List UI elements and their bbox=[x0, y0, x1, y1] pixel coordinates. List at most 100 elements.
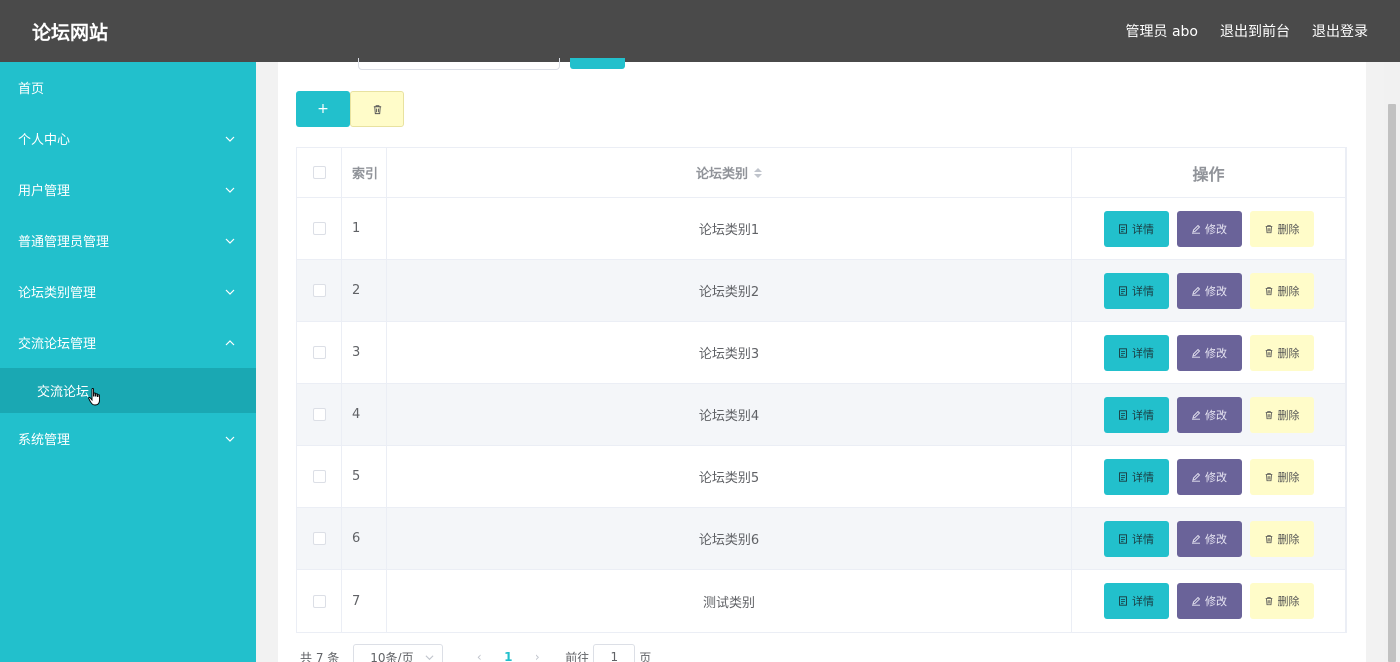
edit-icon bbox=[1192, 534, 1201, 544]
sidebar-subitem-forum[interactable]: 交流论坛 bbox=[0, 368, 256, 413]
admin-user-label[interactable]: 管理员 abo bbox=[1126, 21, 1198, 41]
batch-delete-button[interactable] bbox=[350, 91, 404, 127]
delete-button[interactable]: 删除 bbox=[1249, 583, 1314, 619]
page-size-select[interactable]: 10条/页 bbox=[353, 644, 444, 662]
document-icon bbox=[1119, 596, 1127, 606]
row-checkbox[interactable] bbox=[312, 532, 326, 545]
row-ops: 详情 修改 删除 bbox=[1072, 322, 1346, 383]
document-icon bbox=[1119, 533, 1127, 544]
delete-button[interactable]: 删除 bbox=[1249, 520, 1314, 557]
edit-button-label: 修改 bbox=[1205, 284, 1227, 298]
row-checkbox-cell bbox=[297, 322, 342, 383]
prev-page-button[interactable]: ‹ bbox=[465, 650, 493, 662]
detail-button[interactable]: 详情 bbox=[1103, 272, 1169, 309]
next-page-button[interactable]: › bbox=[523, 650, 551, 662]
detail-button-label: 详情 bbox=[1132, 408, 1154, 422]
sidebar-item-home[interactable]: 首页 bbox=[0, 62, 256, 113]
goto-prefix: 前往 bbox=[565, 650, 590, 662]
delete-button-label: 删除 bbox=[1277, 532, 1300, 546]
row-category: 论坛类别3 bbox=[387, 322, 1072, 383]
top-actions: 管理员 abo 退出到前台 退出登录 bbox=[1126, 21, 1368, 41]
delete-button[interactable]: 删除 bbox=[1249, 458, 1314, 495]
sidebar-item-category-management[interactable]: 论坛类别管理 bbox=[0, 266, 256, 317]
edit-icon bbox=[1192, 410, 1201, 420]
row-checkbox[interactable] bbox=[312, 346, 326, 359]
add-button[interactable]: + bbox=[296, 91, 350, 127]
edit-button[interactable]: 修改 bbox=[1176, 272, 1242, 309]
delete-button[interactable]: 删除 bbox=[1249, 334, 1314, 371]
delete-button[interactable]: 删除 bbox=[1249, 272, 1314, 309]
site-title: 论坛网站 bbox=[32, 21, 109, 44]
scrollbar-thumb[interactable] bbox=[1388, 104, 1396, 662]
edit-button-label: 修改 bbox=[1205, 222, 1227, 236]
row-checkbox-cell bbox=[297, 384, 342, 445]
table-row: 5 论坛类别5 详情 修改 删除 bbox=[297, 446, 1346, 508]
edit-button-label: 修改 bbox=[1205, 532, 1227, 546]
delete-button[interactable]: 删除 bbox=[1249, 210, 1314, 247]
sidebar-item-label: 论坛类别管理 bbox=[18, 286, 97, 301]
detail-button[interactable]: 详情 bbox=[1103, 583, 1169, 619]
edit-button[interactable]: 修改 bbox=[1176, 458, 1242, 495]
trash-icon bbox=[1265, 410, 1272, 419]
trash-icon bbox=[1265, 224, 1272, 233]
trash-icon bbox=[373, 104, 381, 114]
row-index: 1 bbox=[342, 198, 387, 259]
edit-button[interactable]: 修改 bbox=[1176, 583, 1242, 619]
table-row: 3 论坛类别3 详情 修改 删除 bbox=[297, 322, 1346, 384]
detail-button[interactable]: 详情 bbox=[1103, 458, 1169, 495]
row-ops: 详情 修改 删除 bbox=[1072, 260, 1346, 321]
row-checkbox-cell bbox=[297, 570, 342, 632]
header-checkbox-cell bbox=[297, 148, 342, 197]
back-to-front-link[interactable]: 退出到前台 bbox=[1220, 21, 1290, 41]
sidebar-item-forum-management[interactable]: 交流论坛管理 bbox=[0, 317, 256, 368]
detail-button-label: 详情 bbox=[1132, 222, 1154, 236]
trash-icon bbox=[1265, 348, 1272, 357]
row-checkbox[interactable] bbox=[312, 284, 326, 297]
row-category: 论坛类别1 bbox=[387, 198, 1072, 259]
edit-button-label: 修改 bbox=[1205, 408, 1227, 422]
scrollbar[interactable] bbox=[1384, 62, 1400, 662]
row-checkbox[interactable] bbox=[312, 222, 326, 235]
edit-button[interactable]: 修改 bbox=[1176, 334, 1242, 371]
row-category: 论坛类别2 bbox=[387, 260, 1072, 321]
detail-button-label: 详情 bbox=[1132, 532, 1154, 546]
sidebar-item-system-management[interactable]: 系统管理 bbox=[0, 413, 256, 464]
edit-icon bbox=[1192, 286, 1201, 296]
edit-button[interactable]: 修改 bbox=[1176, 396, 1242, 433]
row-checkbox[interactable] bbox=[312, 470, 326, 483]
search-button[interactable] bbox=[570, 58, 625, 69]
detail-button[interactable]: 详情 bbox=[1103, 520, 1169, 557]
table-body: 1 论坛类别1 详情 修改 删除 2 论坛类别2 详情 修改 删除 3 论坛类别… bbox=[297, 198, 1346, 632]
edit-button[interactable]: 修改 bbox=[1176, 520, 1242, 557]
row-category: 论坛类别6 bbox=[387, 508, 1072, 569]
edit-button-label: 修改 bbox=[1205, 346, 1227, 360]
row-checkbox[interactable] bbox=[312, 594, 326, 608]
logout-link[interactable]: 退出登录 bbox=[1312, 21, 1368, 41]
select-all-checkbox[interactable] bbox=[312, 166, 326, 179]
delete-button[interactable]: 删除 bbox=[1249, 396, 1314, 433]
add-button-label: + bbox=[317, 101, 329, 117]
row-checkbox-cell bbox=[297, 198, 342, 259]
delete-button-label: 删除 bbox=[1277, 284, 1300, 298]
sidebar-item-admin-management[interactable]: 普通管理员管理 bbox=[0, 215, 256, 266]
row-checkbox[interactable] bbox=[312, 408, 326, 421]
row-index: 7 bbox=[342, 570, 387, 632]
chevron-down-icon bbox=[222, 131, 238, 147]
goto-page-input[interactable] bbox=[593, 644, 636, 662]
sidebar-item-personal-center[interactable]: 个人中心 bbox=[0, 113, 256, 164]
row-category: 测试类别 bbox=[387, 570, 1072, 632]
table-row: 6 论坛类别6 详情 修改 删除 bbox=[297, 508, 1346, 570]
table-row: 4 论坛类别4 详情 修改 删除 bbox=[297, 384, 1346, 446]
header-category[interactable]: 论坛类别 bbox=[387, 148, 1072, 197]
table-row: 1 论坛类别1 详情 修改 删除 bbox=[297, 198, 1346, 260]
page-number-current[interactable]: 1 bbox=[493, 650, 523, 662]
edit-button[interactable]: 修改 bbox=[1176, 210, 1242, 247]
detail-button[interactable]: 详情 bbox=[1103, 334, 1169, 371]
search-input[interactable] bbox=[358, 58, 560, 70]
detail-button[interactable]: 详情 bbox=[1103, 210, 1169, 247]
header-ops: 操作 bbox=[1072, 148, 1346, 197]
detail-button[interactable]: 详情 bbox=[1103, 396, 1169, 433]
chevron-down-icon bbox=[222, 233, 238, 249]
sidebar-item-user-management[interactable]: 用户管理 bbox=[0, 164, 256, 215]
sort-icon[interactable] bbox=[754, 167, 762, 178]
